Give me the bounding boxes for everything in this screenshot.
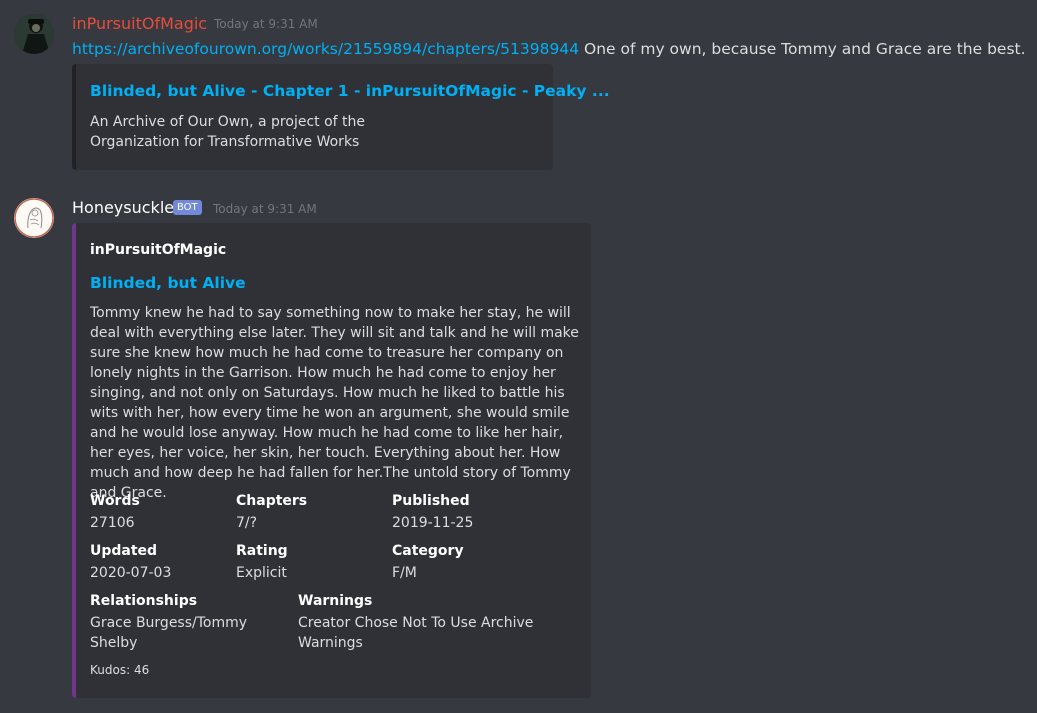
field-value-updated: 2020-07-03	[90, 565, 172, 581]
message-link[interactable]: https://archiveofourown.org/works/215598…	[72, 40, 579, 58]
message-content: https://archiveofourown.org/works/215598…	[72, 38, 1026, 60]
username[interactable]: inPursuitOfMagic	[72, 14, 207, 33]
field-value-rating: Explicit	[236, 565, 287, 581]
user-avatar[interactable]	[14, 14, 54, 54]
embed-description-line-2: Organization for Transformative Works	[90, 134, 360, 150]
message-text: One of my own, because Tommy and Grace a…	[579, 40, 1026, 58]
field-name-warnings: Warnings	[298, 593, 373, 609]
field-value-warnings: Creator Chose Not To Use Archive Warning…	[298, 615, 534, 651]
embed-description-line-1: An Archive of Our Own, a project of the	[90, 114, 366, 130]
message-honeysuckle: Honeysuckle BOT Today at 9:31 AM inPursu…	[0, 190, 1037, 713]
message-inpursuitofmagic: inPursuitOfMagic Today at 9:31 AM https:…	[0, 0, 1037, 180]
rich-embed: inPursuitOfMagic Blinded, but Alive Tomm…	[72, 223, 591, 698]
field-name-chapters: Chapters	[236, 493, 308, 509]
field-name-words: Words	[90, 493, 140, 509]
bot-avatar-image	[14, 198, 54, 238]
bot-avatar[interactable]	[14, 198, 54, 238]
user-avatar-image	[14, 14, 54, 54]
timestamp: Today at 9:31 AM	[214, 17, 318, 31]
embed-title-link[interactable]: Blinded, but Alive	[90, 274, 246, 292]
field-name-rating: Rating	[236, 543, 288, 559]
field-value-chapters: 7/?	[236, 515, 258, 531]
bot-badge: BOT	[173, 200, 202, 215]
field-value-category: F/M	[392, 565, 417, 581]
field-name-published: Published	[392, 493, 470, 509]
link-embed: Blinded, but Alive - Chapter 1 - inPursu…	[72, 64, 610, 170]
field-name-relationships: Relationships	[90, 593, 198, 609]
field-name-category: Category	[392, 543, 464, 559]
field-name-updated: Updated	[90, 543, 158, 559]
field-value-relationships: Grace Burgess/Tommy Shelby	[90, 615, 248, 651]
embed-title-link[interactable]: Blinded, but Alive - Chapter 1 - inPursu…	[90, 82, 610, 100]
embed-author[interactable]: inPursuitOfMagic	[90, 242, 226, 258]
field-value-words: 27106	[90, 515, 135, 531]
timestamp: Today at 9:31 AM	[213, 202, 317, 216]
embed-footer: Kudos: 46	[90, 663, 150, 677]
bot-username[interactable]: Honeysuckle	[72, 198, 174, 217]
field-value-published: 2019-11-25	[392, 515, 474, 531]
embed-description: Tommy knew he had to say something now t…	[90, 305, 579, 501]
